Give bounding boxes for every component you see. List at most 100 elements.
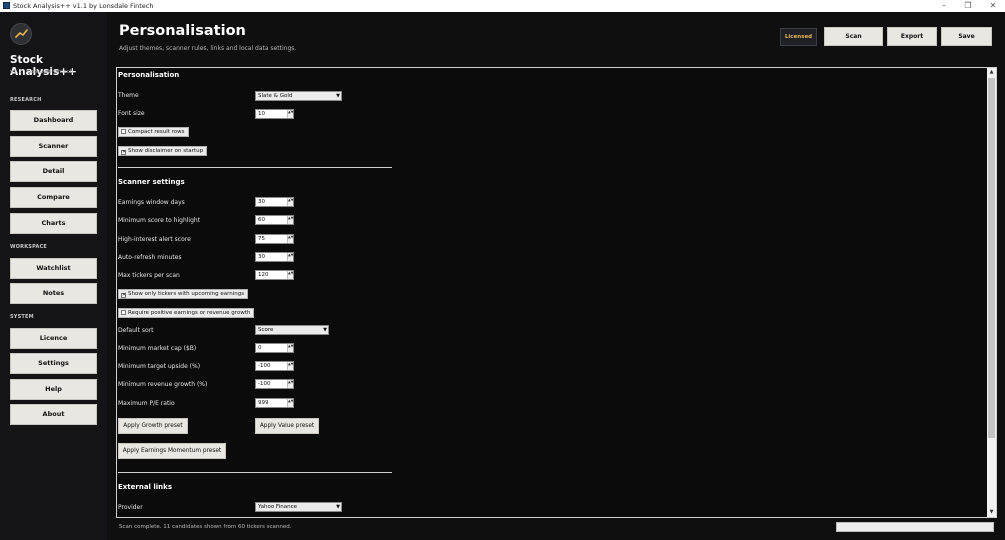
scrollbar-thumb[interactable] [988,78,995,438]
section-workspace: WORKSPACE [10,244,48,250]
sidebar: Stock Analysis++ v1.1 · Lonsdale Fintech… [0,12,107,540]
stepper-arrows-icon[interactable]: ▲▼ [287,110,293,118]
stepper-arrows-icon[interactable]: ▲▼ [287,399,293,407]
theme-label: Theme [118,92,139,99]
upcoming-earnings-checkbox[interactable]: ✕ Show only tickers with upcoming earning… [118,289,249,299]
provider-value: Yahoo Finance [258,504,297,510]
scan-button[interactable]: Scan [824,27,883,46]
momentum-preset-button[interactable]: Apply Earnings Momentum preset [118,443,226,459]
revenue-growth-label: Minimum revenue growth (%) [118,381,208,388]
theme-value: Slate & Gold [258,93,293,99]
stepper-arrows-icon[interactable]: ▲▼ [287,380,293,388]
revenue-growth-stepper[interactable]: -100 ▲▼ [255,379,294,389]
target-upside-label: Minimum target upside (%) [118,363,201,370]
stepper-arrows-icon[interactable]: ▲▼ [287,253,293,261]
scroll-up-icon[interactable]: ▲ [987,68,996,77]
section-divider [118,167,392,168]
compact-rows-label: Compact result rows [128,129,185,135]
max-tickers-value: 120 [258,272,269,278]
revenue-growth-value: -100 [258,381,271,387]
default-sort-select[interactable]: Score ▼ [255,325,329,335]
nav-dashboard[interactable]: Dashboard [10,110,97,131]
minimize-button[interactable]: – [936,1,952,11]
external-links-heading: External links [118,483,172,491]
stepper-arrows-icon[interactable]: ▲▼ [287,235,293,243]
save-button[interactable]: Save [941,27,992,46]
section-research: RESEARCH [10,97,42,103]
provider-select[interactable]: Yahoo Finance ▼ [255,502,342,512]
earnings-window-stepper[interactable]: 30 ▲▼ [255,197,294,207]
status-text: Scan complete. 11 candidates shown from … [119,524,292,530]
font-size-label: Font size [118,110,145,117]
nav-detail[interactable]: Detail [10,161,97,182]
nav-licence[interactable]: Licence [10,328,97,349]
market-cap-stepper[interactable]: 0 ▲▼ [255,343,294,353]
stepper-arrows-icon[interactable]: ▲▼ [287,216,293,224]
disclaimer-label: Show disclaimer on startup [128,148,204,154]
vertical-scrollbar[interactable]: ▲ ▼ [987,68,996,517]
maximize-button[interactable]: ❐ [960,1,976,11]
nav-help[interactable]: Help [10,379,97,400]
page-subtitle: Adjust themes, scanner rules, links and … [119,45,297,52]
positive-growth-label: Require positive earnings or revenue gro… [128,310,251,316]
max-tickers-label: Max tickers per scan [118,272,180,279]
alert-score-stepper[interactable]: 75 ▲▼ [255,234,294,244]
scan-progress-bar [836,522,994,532]
default-sort-value: Score [258,327,274,333]
font-size-stepper[interactable]: 10 ▲▼ [255,109,294,119]
min-score-value: 60 [258,217,265,223]
default-sort-label: Default sort [118,327,154,334]
nav-compare[interactable]: Compare [10,187,97,208]
check-icon: ✕ [121,148,127,155]
stepper-arrows-icon[interactable]: ▲▼ [287,198,293,206]
disclaimer-checkbox[interactable]: ✕ Show disclaimer on startup [118,146,208,156]
settings-panel[interactable]: Personalisation Theme Slate & Gold ▼ Fon… [116,67,997,518]
export-button[interactable]: Export [887,27,937,46]
market-cap-value: 0 [258,345,262,351]
auto-refresh-value: 30 [258,254,265,260]
value-preset-button[interactable]: Apply Value preset [255,418,319,434]
earnings-window-value: 30 [258,199,265,205]
stepper-arrows-icon[interactable]: ▲▼ [287,344,293,352]
nav-about[interactable]: About [10,404,97,425]
auto-refresh-stepper[interactable]: 30 ▲▼ [255,252,294,262]
provider-label: Provider [118,504,143,511]
trend-line-icon [10,23,32,45]
theme-select[interactable]: Slate & Gold ▼ [255,91,342,101]
compact-rows-checkbox[interactable]: Compact result rows [118,127,189,137]
max-tickers-stepper[interactable]: 120 ▲▼ [255,270,294,280]
min-score-stepper[interactable]: 60 ▲▼ [255,215,294,225]
scroll-down-icon[interactable]: ▼ [987,508,996,517]
chevron-down-icon: ▼ [323,327,327,333]
brand-version: v1.1 · Lonsdale Fintech [10,69,74,75]
max-pe-value: 999 [258,400,269,406]
max-pe-label: Maximum P/E ratio [118,400,175,407]
nav-notes[interactable]: Notes [10,283,97,304]
font-size-value: 10 [258,111,265,117]
scanner-settings-heading: Scanner settings [118,178,185,186]
max-pe-stepper[interactable]: 999 ▲▼ [255,398,294,408]
target-upside-value: -100 [258,363,271,369]
upcoming-earnings-label: Show only tickers with upcoming earnings [128,291,245,297]
window-title: Stock Analysis++ v1.1 by Lonsdale Fintec… [13,2,154,10]
nav-watchlist[interactable]: Watchlist [10,258,97,279]
licence-status-badge: Licensed [780,28,817,46]
close-button[interactable]: ✕ [985,1,1001,11]
alert-score-label: High-interest alert score [118,236,191,243]
nav-charts[interactable]: Charts [10,213,97,234]
market-cap-label: Minimum market cap ($B) [118,345,197,352]
chevron-down-icon: ▼ [336,93,340,99]
section-system: SYSTEM [10,314,34,320]
stepper-arrows-icon[interactable]: ▲▼ [287,362,293,370]
stepper-arrows-icon[interactable]: ▲▼ [287,271,293,279]
page-title: Personalisation [119,23,246,39]
nav-settings[interactable]: Settings [10,353,97,374]
growth-preset-button[interactable]: Apply Growth preset [118,418,188,434]
nav-scanner[interactable]: Scanner [10,136,97,157]
min-score-label: Minimum score to highlight [118,217,201,224]
personalisation-heading: Personalisation [118,71,180,79]
chevron-down-icon: ▼ [336,504,340,510]
positive-growth-checkbox[interactable]: Require positive earnings or revenue gro… [118,308,255,318]
checkbox-box [121,309,126,315]
target-upside-stepper[interactable]: -100 ▲▼ [255,361,294,371]
